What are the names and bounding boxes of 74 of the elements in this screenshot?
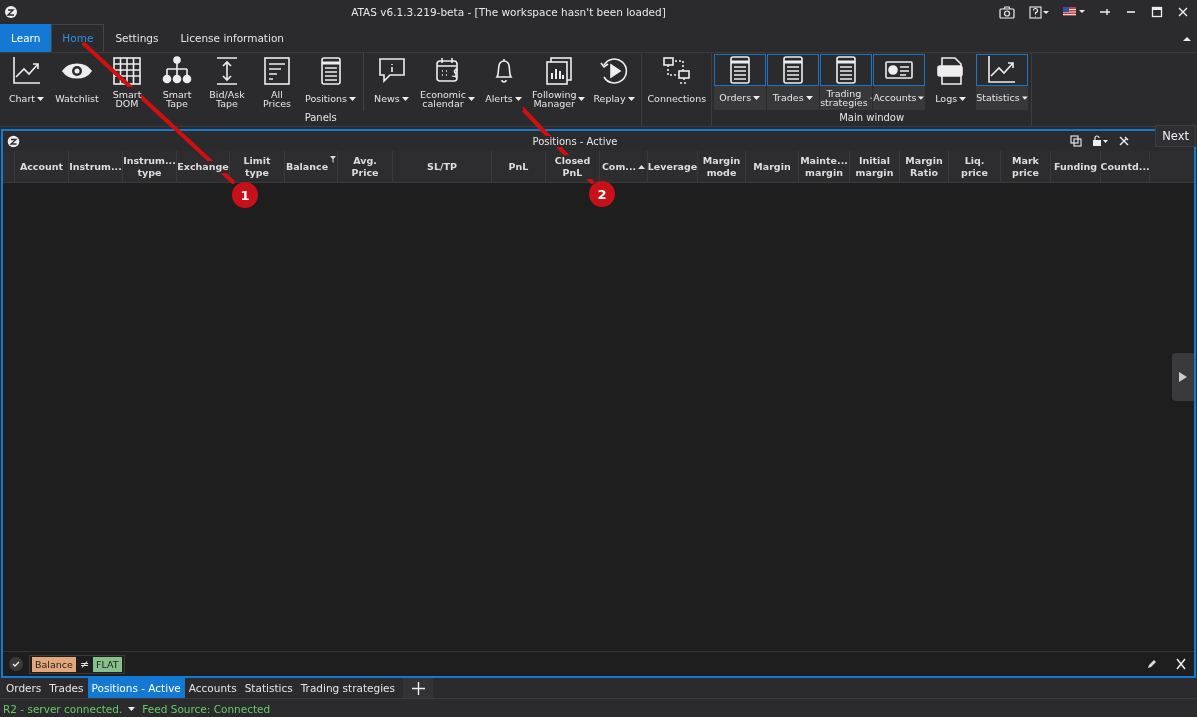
column-header[interactable]: SL/TP — [393, 151, 492, 182]
close-icon[interactable] — [1174, 658, 1188, 670]
column-header[interactable]: Limit type — [230, 151, 285, 182]
panel-tab[interactable]: Trading strategies — [296, 678, 399, 698]
lock-icon[interactable] — [1092, 135, 1108, 147]
feed-status: Feed Source: Connected — [142, 703, 271, 715]
panel-tab[interactable]: Statistics — [240, 678, 297, 698]
column-header[interactable]: Mainte... margin — [799, 151, 850, 182]
ribbon-button[interactable]: Smart DOM — [102, 53, 152, 111]
ribbon-button[interactable]: Positions — [302, 53, 360, 111]
filter-tag[interactable]: FLAT — [93, 656, 122, 672]
menu-tab[interactable]: Settings — [104, 24, 170, 52]
app-logo-icon — [4, 5, 18, 19]
ribbon-button[interactable]: Chart — [2, 53, 52, 111]
close-icon[interactable] — [1177, 6, 1189, 18]
camera-icon[interactable] — [999, 5, 1015, 19]
ribbon-button[interactable]: Following Manager — [528, 53, 590, 111]
ribbon-button[interactable]: Alerts — [478, 53, 529, 111]
column-header[interactable]: Instrum... — [69, 151, 123, 182]
pencil-icon[interactable] — [1146, 658, 1158, 670]
column-header[interactable]: Balance — [285, 151, 338, 182]
caret-icon[interactable] — [128, 706, 137, 712]
maximize-icon[interactable] — [1151, 6, 1163, 18]
chart-icon — [11, 55, 43, 87]
connection-status: R2 - server connected. — [3, 703, 123, 715]
check-icon[interactable] — [9, 657, 23, 671]
column-header[interactable]: Com... — [600, 151, 648, 182]
price-list-icon — [261, 55, 293, 87]
plus-icon — [411, 681, 425, 695]
tooltip: Next — [1155, 125, 1196, 147]
ribbon-button[interactable]: Logs — [926, 53, 977, 111]
help-icon[interactable] — [1029, 5, 1049, 19]
group-label: Panels — [303, 111, 338, 125]
panel-tab[interactable]: Positions - Active — [87, 678, 185, 698]
column-header[interactable]: Instrum... type — [123, 151, 177, 182]
ribbon-button[interactable]: Replay — [589, 53, 640, 111]
callout-badge: 1 — [232, 182, 258, 208]
panel-title: Positions - Active — [532, 135, 618, 147]
column-header[interactable]: Leverage — [648, 151, 698, 182]
ribbon-button[interactable]: Smart Tape — [152, 53, 202, 111]
ribbon-button[interactable]: Connections — [644, 53, 710, 111]
column-header[interactable]: PnL — [492, 151, 546, 182]
restore-icon[interactable] — [1070, 135, 1082, 147]
network-icon — [660, 55, 693, 87]
column-header[interactable]: Exchange — [177, 151, 230, 182]
column-header[interactable]: Countd... — [1101, 151, 1150, 182]
ribbon-button[interactable]: Bid/Ask Tape — [202, 53, 252, 111]
ribbon-button[interactable]: All Prices — [252, 53, 302, 111]
app-logo-icon — [7, 134, 20, 148]
menu-tab[interactable]: License information — [169, 24, 295, 52]
filter-tag[interactable]: Balance — [32, 656, 76, 672]
ribbon-button[interactable]: News — [366, 53, 417, 111]
column-header[interactable]: Margin — [746, 151, 799, 182]
column-header[interactable]: Funding — [1051, 151, 1101, 182]
panel-tab[interactable]: Accounts — [184, 678, 241, 698]
menu-tab[interactable]: Home — [51, 24, 105, 52]
panel-tab[interactable]: Trades — [45, 678, 88, 698]
ribbon-button[interactable]: Watchlist — [52, 53, 102, 111]
panel-tab[interactable]: Orders — [2, 678, 46, 698]
flag-icon[interactable] — [1063, 6, 1085, 18]
grid-table-icon — [111, 55, 143, 87]
callout-badge: 2 — [589, 181, 615, 207]
side-panel-button[interactable] — [1172, 353, 1194, 401]
menu-tab[interactable]: Learn — [0, 24, 52, 52]
add-tab-button[interactable] — [403, 678, 433, 698]
tools-icon[interactable] — [1118, 135, 1130, 147]
column-header[interactable]: Account — [15, 151, 69, 182]
collapse-icon[interactable] — [1183, 35, 1191, 41]
pin-icon[interactable] — [1099, 7, 1111, 17]
window-title: ATAS v6.1.3.219-beta - [The workspace hasn't been loaded] — [350, 6, 667, 18]
play-icon — [1178, 371, 1188, 383]
operator-symbol: ≠ — [79, 657, 90, 671]
ribbon-button[interactable]: Economic calendar — [416, 53, 479, 111]
group-label: Main window — [838, 111, 906, 125]
